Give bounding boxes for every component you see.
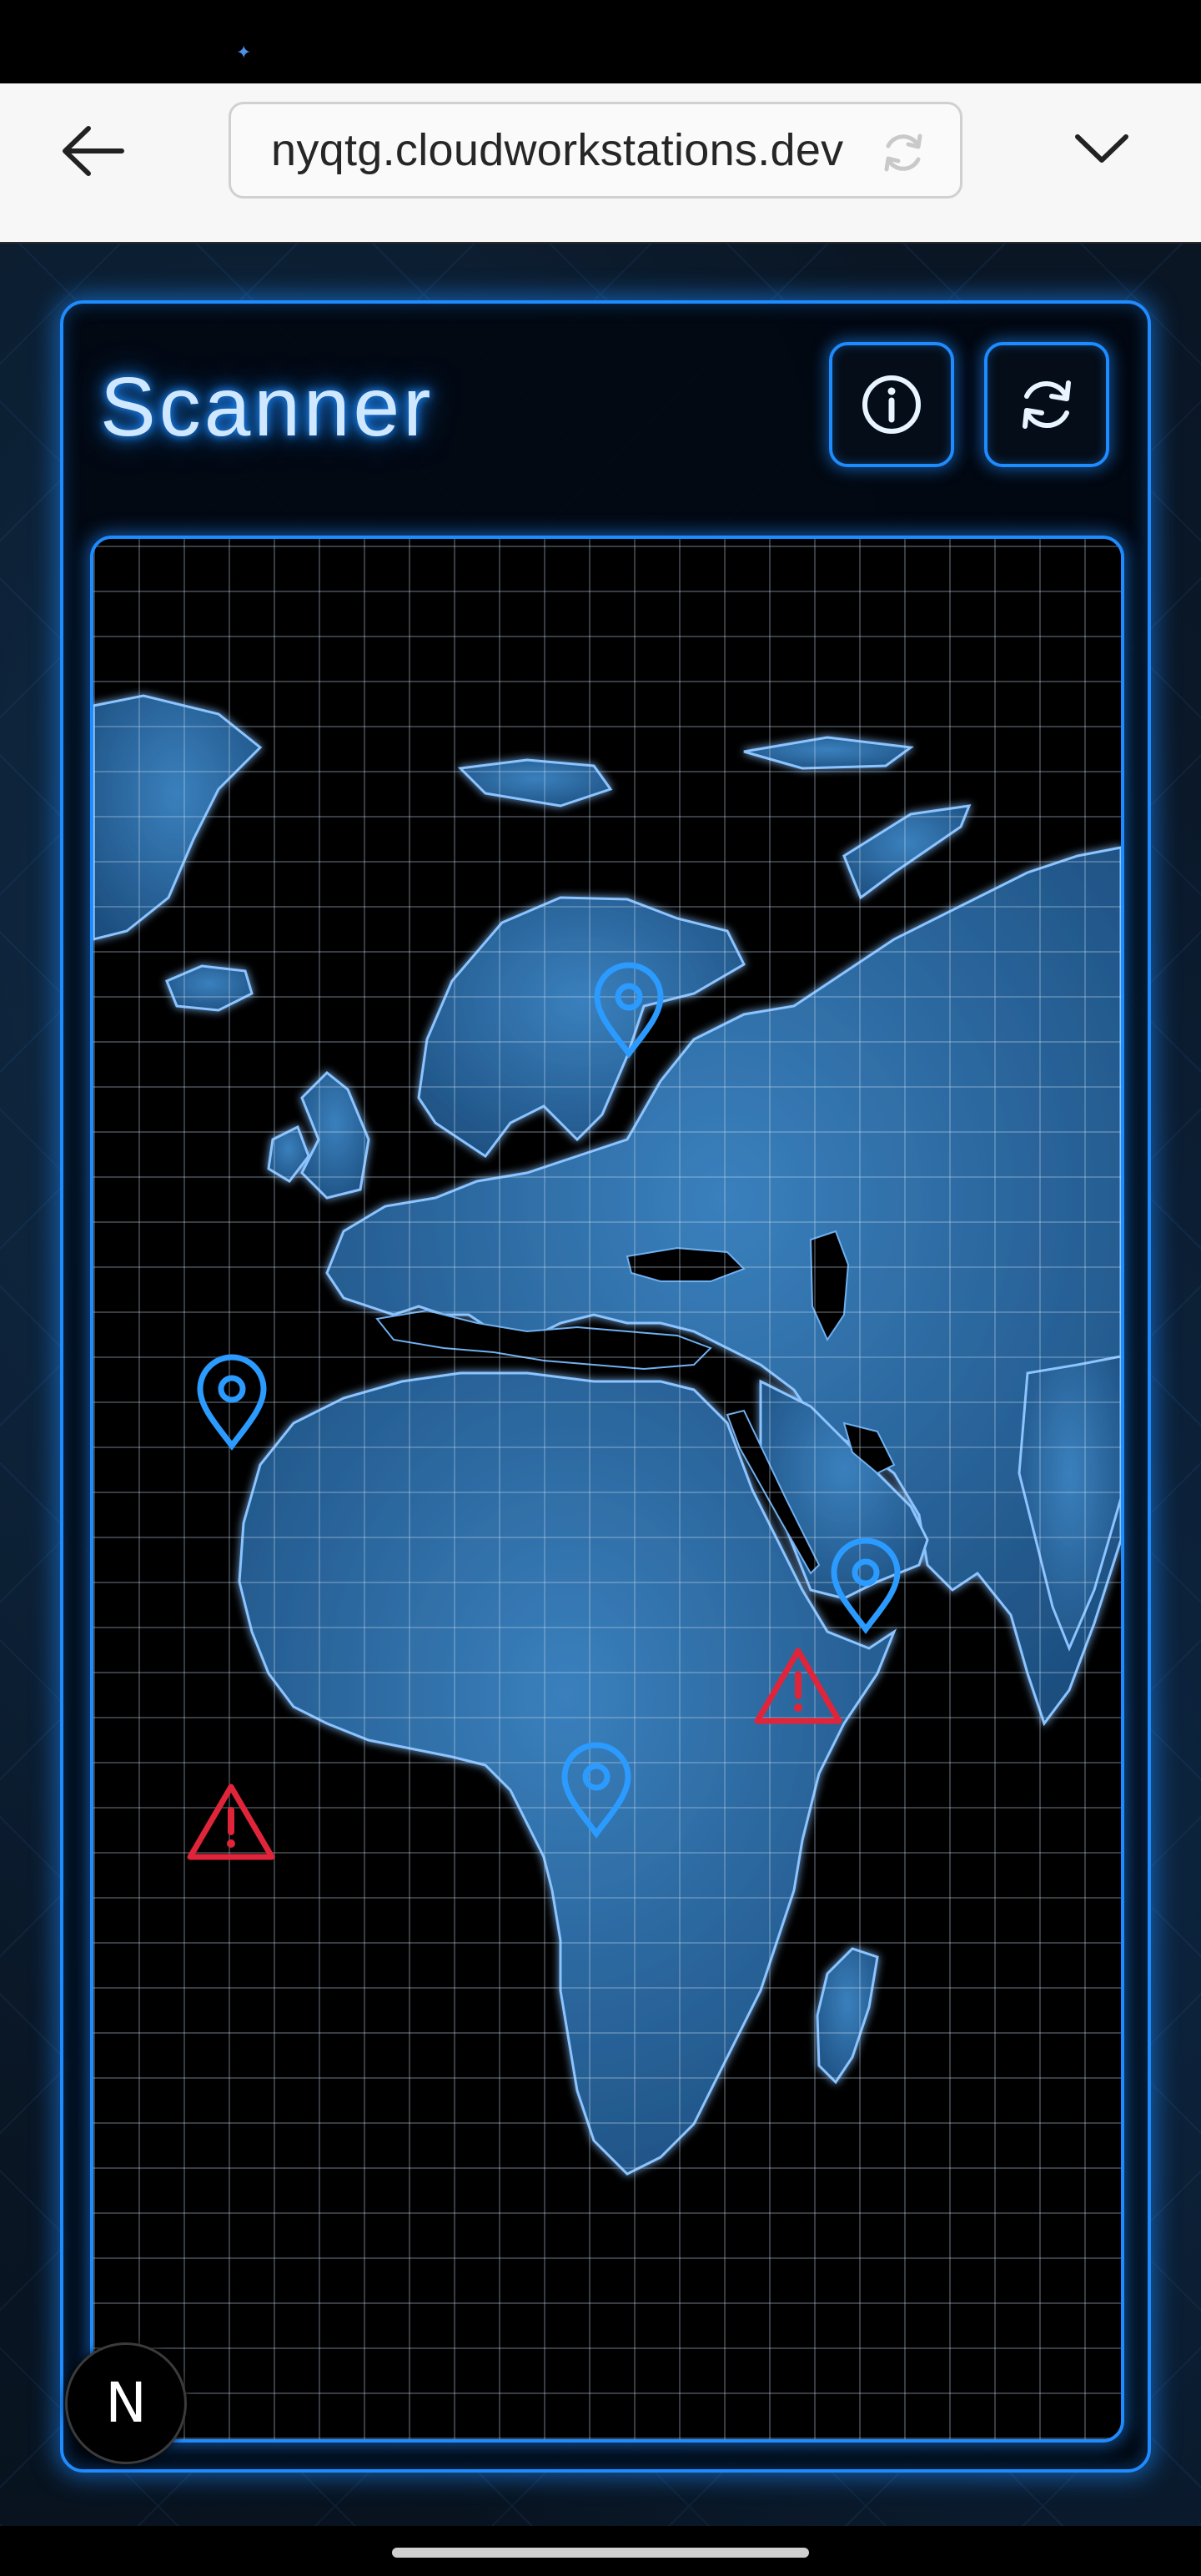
location-marker-icon[interactable] xyxy=(589,960,669,1060)
reload-icon[interactable] xyxy=(878,128,928,178)
refresh-icon xyxy=(1023,380,1071,429)
refresh-button[interactable] xyxy=(984,342,1109,467)
browser-menu-button[interactable] xyxy=(1073,125,1131,172)
home-indicator[interactable] xyxy=(392,2548,809,2558)
info-icon xyxy=(862,375,921,434)
back-button[interactable] xyxy=(58,122,128,180)
world-map[interactable] xyxy=(90,536,1124,2443)
page-title: Scanner xyxy=(100,360,435,454)
app-badge[interactable]: N xyxy=(65,2342,187,2464)
chevron-down-icon xyxy=(1075,134,1128,163)
url-text: nyqtg.cloudworkstations.dev xyxy=(271,125,844,175)
info-button[interactable] xyxy=(829,342,954,467)
warning-marker-icon[interactable] xyxy=(185,1780,277,1864)
location-marker-icon[interactable] xyxy=(826,1536,906,1636)
url-bar[interactable]: nyqtg.cloudworkstations.dev xyxy=(229,102,962,199)
location-marker-icon[interactable] xyxy=(556,1740,636,1840)
status-bar: ✦ xyxy=(0,0,1201,83)
app-badge-label: N xyxy=(105,2371,147,2435)
arrow-left-icon xyxy=(63,126,124,176)
world-map-graphic xyxy=(93,539,1121,2439)
warning-marker-icon[interactable] xyxy=(752,1644,844,1728)
location-marker-icon[interactable] xyxy=(192,1352,272,1452)
status-indicator-icon: ✦ xyxy=(236,42,252,63)
